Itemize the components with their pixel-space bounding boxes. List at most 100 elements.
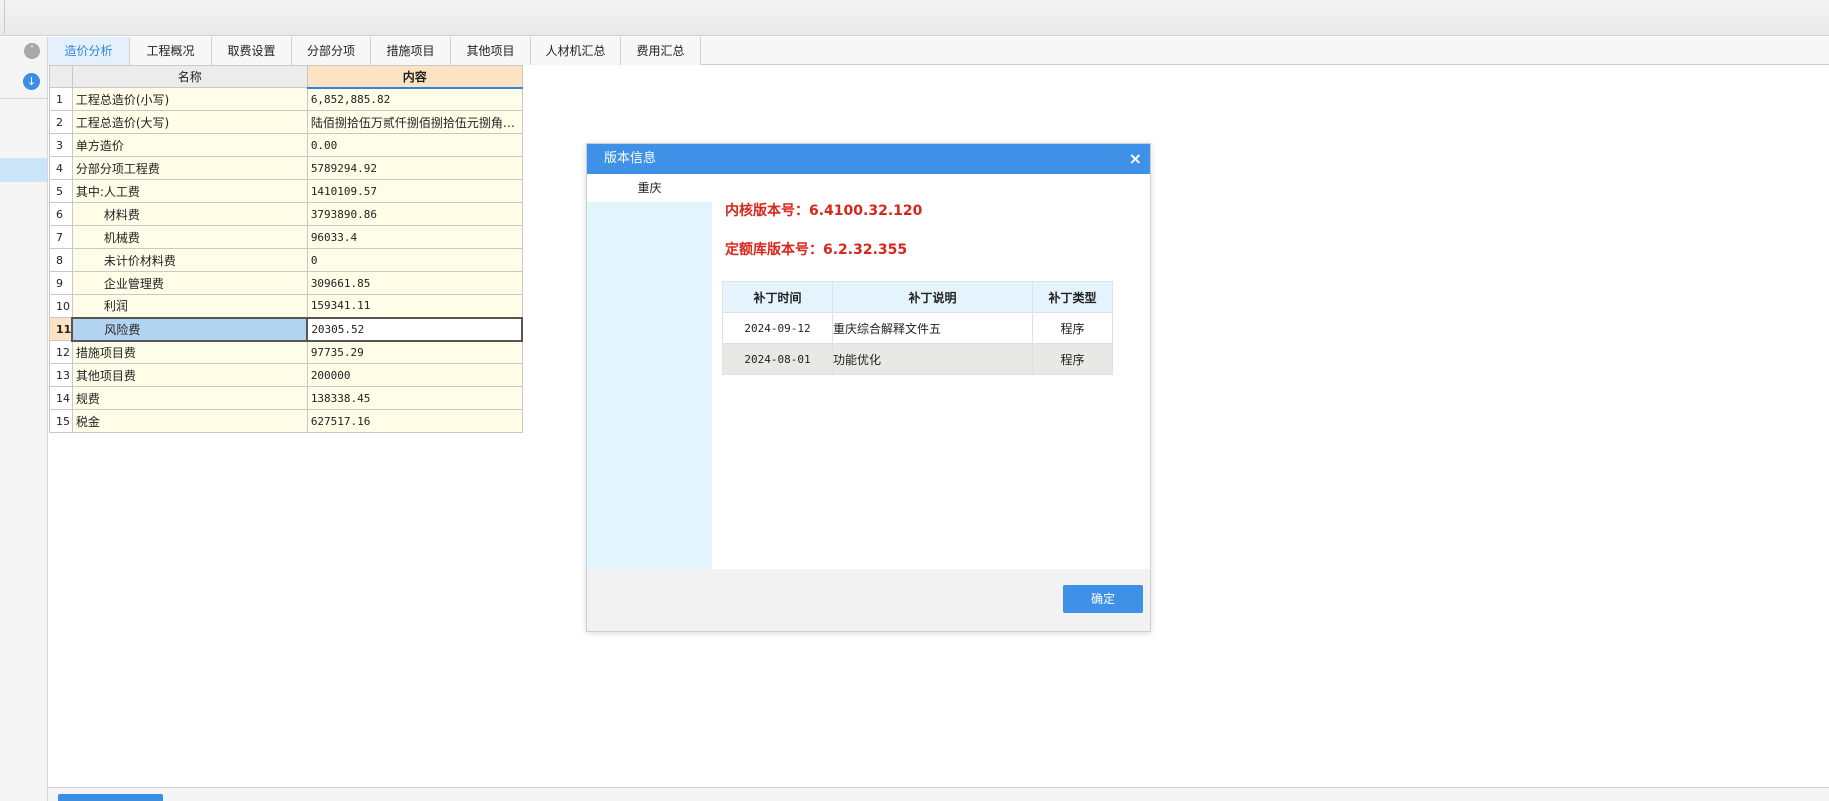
row-name[interactable]: 税金 bbox=[71, 409, 308, 433]
version-info-dialog: 版本信息 × 重庆 内核版本号：6.4100.32.120 定额库版本号：6.2… bbox=[586, 143, 1151, 632]
patch-time: 2024-08-01 bbox=[722, 343, 833, 375]
dialog-region-list bbox=[587, 174, 712, 569]
row-name[interactable]: 机械费 bbox=[71, 225, 308, 249]
row-value[interactable]: 6,852,885.82 bbox=[306, 87, 523, 111]
title-bar bbox=[0, 0, 1829, 36]
patch-type-header: 补丁类型 bbox=[1032, 281, 1113, 313]
tab-project-overview[interactable]: 工程概况 bbox=[130, 37, 212, 65]
table-row[interactable]: 13 其他项目费 200000 bbox=[49, 363, 523, 387]
row-name[interactable]: 材料费 bbox=[71, 202, 308, 226]
table-row[interactable]: 12 措施项目费 97735.29 bbox=[49, 340, 523, 364]
tab-bar: 造价分析 工程概况 取费设置 分部分项 措施项目 其他项目 人材机汇总 费用汇总 bbox=[48, 37, 1829, 65]
bottom-active-tab[interactable] bbox=[58, 794, 163, 801]
row-number: 10 bbox=[49, 294, 73, 318]
row-name[interactable]: 风险费 bbox=[71, 316, 309, 342]
patch-time: 2024-09-12 bbox=[722, 312, 833, 344]
row-number: 4 bbox=[49, 156, 73, 180]
table-row[interactable]: 15 税金 627517.16 bbox=[49, 409, 523, 433]
row-number: 7 bbox=[49, 225, 73, 249]
table-row[interactable]: 8 未计价材料费 0 bbox=[49, 248, 523, 272]
region-item-chongqing[interactable]: 重庆 bbox=[587, 174, 712, 202]
row-value[interactable]: 96033.4 bbox=[306, 225, 523, 249]
tab-labor-material-summary[interactable]: 人材机汇总 bbox=[531, 37, 621, 65]
row-number: 15 bbox=[49, 409, 73, 433]
row-name[interactable]: 企业管理费 bbox=[71, 271, 308, 295]
row-name[interactable]: 其中:人工费 bbox=[71, 179, 308, 203]
quota-version: 定额库版本号：6.2.32.355 bbox=[725, 242, 908, 258]
row-number: 12 bbox=[49, 340, 73, 364]
table-row[interactable]: 2 工程总造价(大写) 陆佰捌拾伍万贰仟捌佰捌拾伍元捌角… bbox=[49, 110, 523, 134]
ok-button[interactable]: 确定 bbox=[1063, 585, 1143, 613]
patch-time-header: 补丁时间 bbox=[722, 281, 833, 313]
tab-measures[interactable]: 措施项目 bbox=[371, 37, 451, 65]
patch-table: 补丁时间 补丁说明 补丁类型 2024-09-12 重庆综合解释文件五 程序 2… bbox=[722, 281, 1113, 375]
row-number: 8 bbox=[49, 248, 73, 272]
row-name[interactable]: 分部分项工程费 bbox=[71, 156, 308, 180]
kernel-version: 内核版本号：6.4100.32.120 bbox=[725, 203, 923, 219]
row-name[interactable]: 措施项目费 bbox=[71, 340, 308, 364]
table-row[interactable]: 5 其中:人工费 1410109.57 bbox=[49, 179, 523, 203]
row-value[interactable]: 1410109.57 bbox=[306, 179, 523, 203]
tab-sub-items[interactable]: 分部分项 bbox=[292, 37, 371, 65]
tab-cost-analysis[interactable]: 造价分析 bbox=[48, 37, 130, 65]
row-name[interactable]: 未计价材料费 bbox=[71, 248, 308, 272]
row-value[interactable]: 3793890.86 bbox=[306, 202, 523, 226]
tab-cost-summary[interactable]: 费用汇总 bbox=[621, 37, 701, 65]
row-value[interactable]: 138338.45 bbox=[306, 386, 523, 410]
close-icon[interactable]: × bbox=[1129, 144, 1142, 174]
row-value[interactable]: 309661.85 bbox=[306, 271, 523, 295]
cost-analysis-table: 名称 内容 1 工程总造价(小写) 6,852,885.82 2 工程总造价(大写) 陆… bbox=[49, 65, 524, 433]
row-value[interactable]: 5789294.92 bbox=[306, 156, 523, 180]
dialog-content: 内核版本号：6.4100.32.120 定额库版本号：6.2.32.355 补丁… bbox=[712, 174, 1150, 569]
row-number: 9 bbox=[49, 271, 73, 295]
row-value[interactable]: 159341.11 bbox=[306, 294, 523, 318]
row-number: 14 bbox=[49, 386, 73, 410]
table-row[interactable]: 3 单方造价 0.00 bbox=[49, 133, 523, 157]
row-number-header bbox=[49, 65, 73, 88]
table-row[interactable]: 14 规费 138338.45 bbox=[49, 386, 523, 410]
row-value[interactable]: 0.00 bbox=[306, 133, 523, 157]
collapse-up-icon[interactable]: ˄ bbox=[24, 43, 40, 59]
tab-fee-settings[interactable]: 取费设置 bbox=[212, 37, 292, 65]
row-number: 11 bbox=[49, 317, 73, 341]
row-value[interactable]: 陆佰捌拾伍万贰仟捌佰捌拾伍元捌角… bbox=[306, 110, 523, 134]
patch-desc-header: 补丁说明 bbox=[832, 281, 1033, 313]
row-name[interactable]: 规费 bbox=[71, 386, 308, 410]
name-column-header[interactable]: 名称 bbox=[71, 65, 308, 88]
left-panel bbox=[0, 37, 48, 801]
tab-other-items[interactable]: 其他项目 bbox=[451, 37, 531, 65]
row-value[interactable]: 0 bbox=[306, 248, 523, 272]
patch-type: 程序 bbox=[1032, 343, 1113, 375]
left-panel-divider bbox=[0, 98, 47, 99]
patch-row[interactable]: 2024-08-01 功能优化 程序 bbox=[722, 343, 1113, 375]
bottom-status-bar bbox=[48, 787, 1829, 801]
row-value[interactable]: 627517.16 bbox=[306, 409, 523, 433]
row-number: 5 bbox=[49, 179, 73, 203]
row-name[interactable]: 工程总造价(大写) bbox=[71, 110, 308, 134]
row-number: 2 bbox=[49, 110, 73, 134]
row-name[interactable]: 利润 bbox=[71, 294, 308, 318]
row-number: 13 bbox=[49, 363, 73, 387]
download-icon[interactable]: ↓ bbox=[23, 73, 40, 90]
toolbar-grip bbox=[4, 0, 5, 34]
row-value[interactable]: 200000 bbox=[306, 363, 523, 387]
table-row[interactable]: 7 机械费 96033.4 bbox=[49, 225, 523, 249]
row-number: 3 bbox=[49, 133, 73, 157]
row-value[interactable]: 97735.29 bbox=[306, 340, 523, 364]
table-row[interactable]: 10 利润 159341.11 bbox=[49, 294, 523, 318]
table-row[interactable]: 1 工程总造价(小写) 6,852,885.82 bbox=[49, 87, 523, 111]
table-row[interactable]: 6 材料费 3793890.86 bbox=[49, 202, 523, 226]
table-row-selected[interactable]: 11 风险费 20305.52 bbox=[49, 316, 524, 342]
content-column-header[interactable]: 内容 bbox=[306, 65, 523, 89]
table-row[interactable]: 9 企业管理费 309661.85 bbox=[49, 271, 523, 295]
dialog-title: 版本信息 bbox=[587, 144, 1150, 174]
table-row[interactable]: 4 分部分项工程费 5789294.92 bbox=[49, 156, 523, 180]
patch-row[interactable]: 2024-09-12 重庆综合解释文件五 程序 bbox=[722, 312, 1113, 344]
row-value[interactable]: 20305.52 bbox=[306, 316, 524, 342]
row-name[interactable]: 工程总造价(小写) bbox=[71, 87, 308, 111]
patch-desc: 功能优化 bbox=[832, 343, 1033, 375]
row-name[interactable]: 单方造价 bbox=[71, 133, 308, 157]
left-panel-selected-item[interactable] bbox=[0, 158, 47, 182]
row-number: 1 bbox=[49, 87, 73, 111]
row-name[interactable]: 其他项目费 bbox=[71, 363, 308, 387]
